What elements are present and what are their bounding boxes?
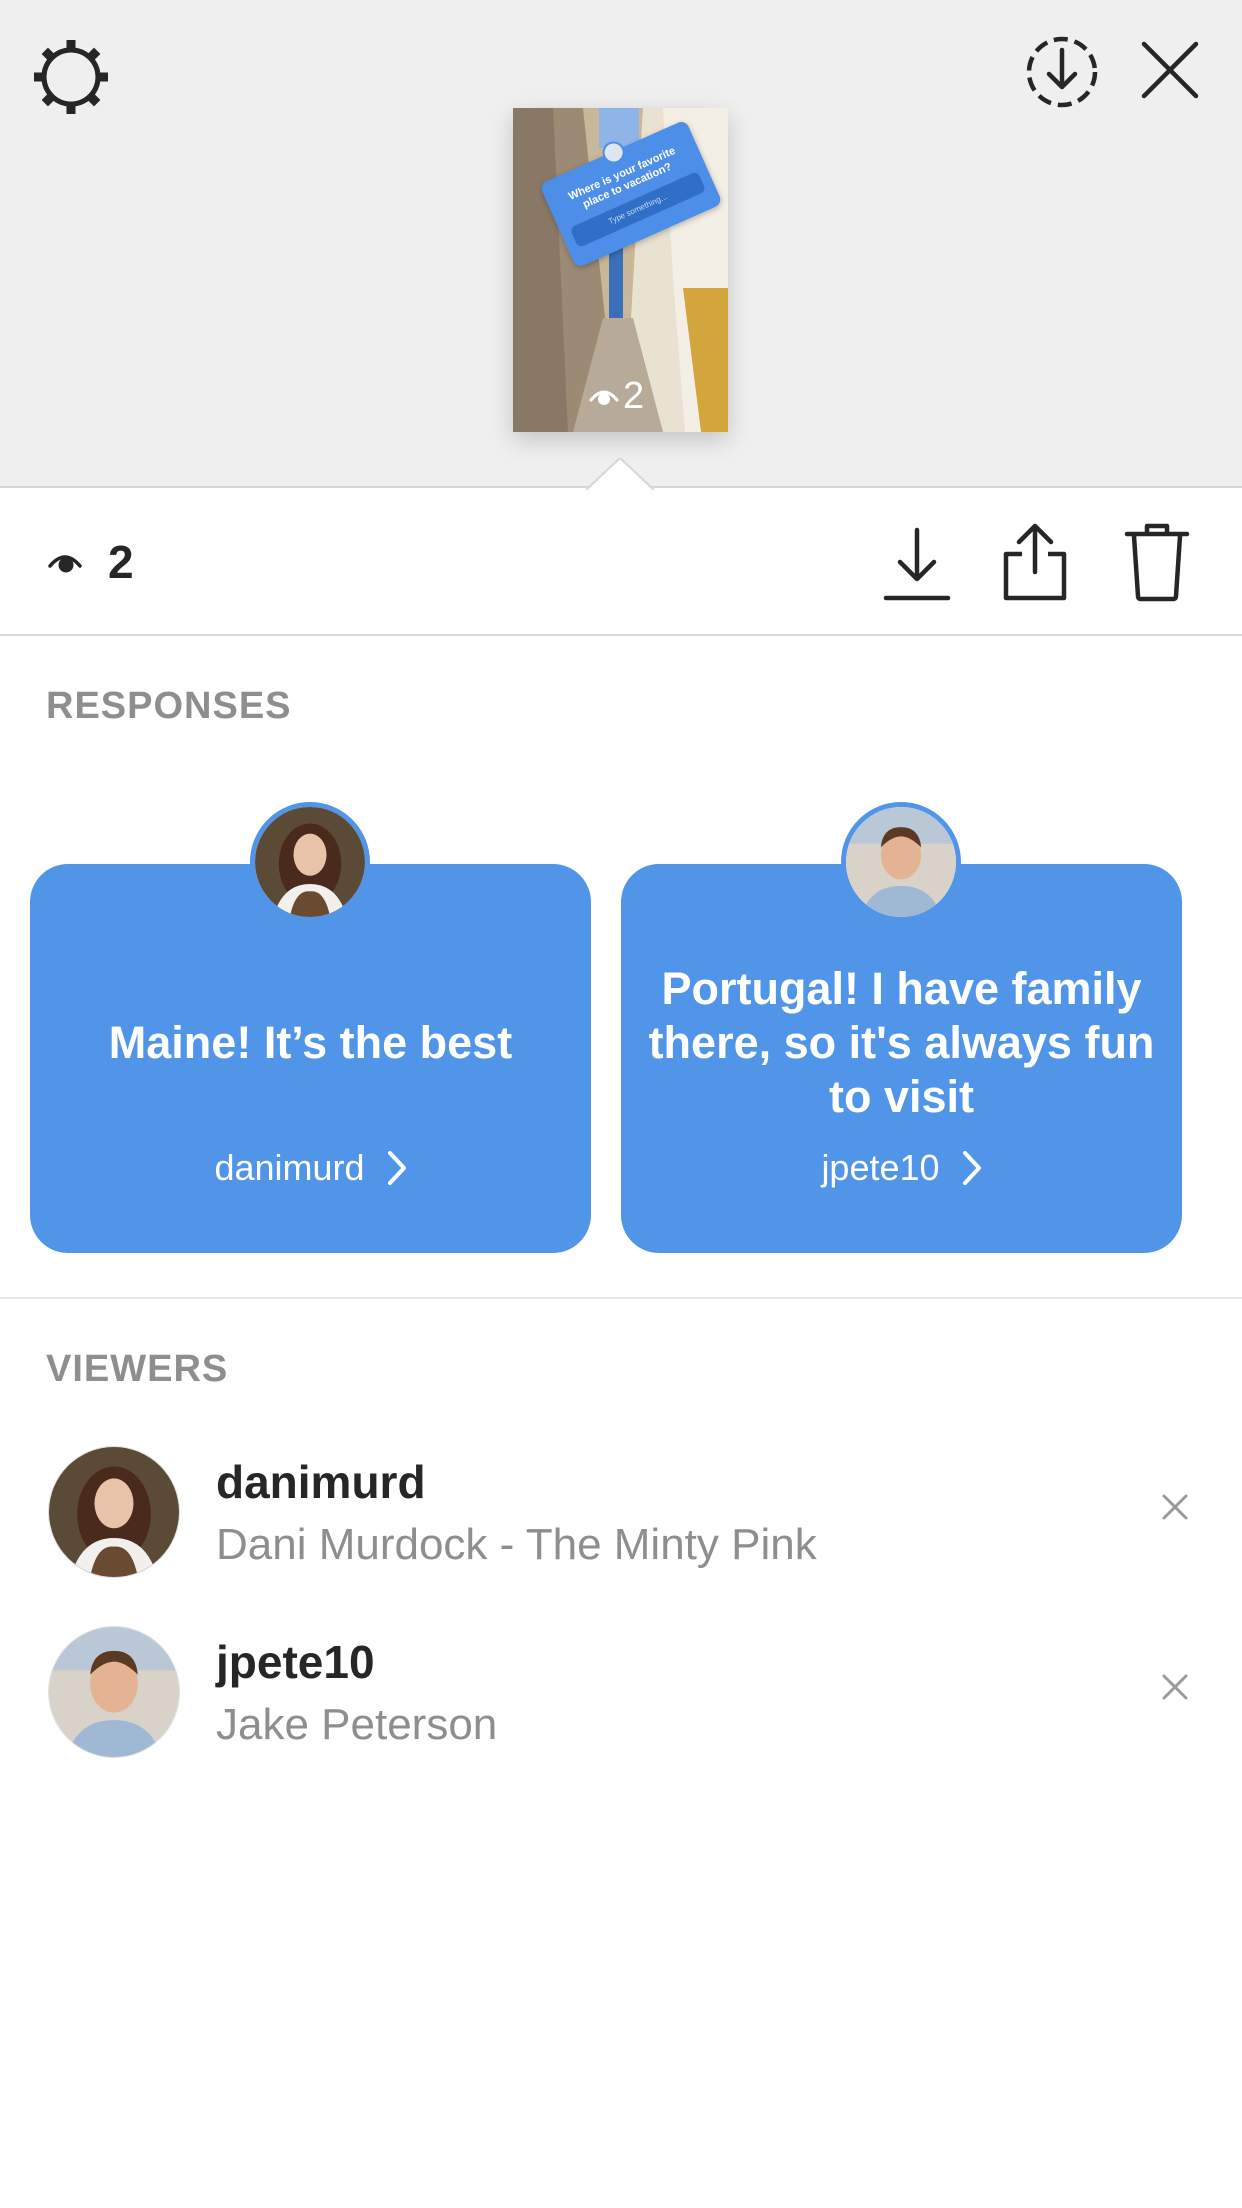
avatar[interactable] [841, 802, 961, 922]
viewer-full-name: Jake Peterson [216, 1700, 498, 1749]
viewer-full-name: Dani Murdock - The Minty Pink [216, 1520, 817, 1569]
download-circle-icon[interactable] [1022, 32, 1102, 112]
story-toolbar: 2 [0, 490, 1242, 636]
close-icon[interactable] [1160, 1492, 1190, 1522]
save-icon[interactable] [882, 526, 952, 602]
story-preview-area: Where is your favorite place to vacation… [0, 0, 1242, 492]
share-icon[interactable] [1000, 522, 1070, 602]
response-username: danimurd [214, 1147, 365, 1188]
response-user-link[interactable]: jpete10 [621, 1148, 1182, 1188]
avatar[interactable] [48, 1626, 180, 1758]
viewer-row[interactable]: danimurd Dani Murdock - The Minty Pink [0, 1444, 1242, 1584]
selection-pointer [586, 458, 654, 492]
story-thumbnail[interactable]: Where is your favorite place to vacation… [513, 108, 728, 432]
trash-icon[interactable] [1124, 522, 1190, 602]
response-card[interactable]: Portugal! I have family there, so it's a… [621, 864, 1182, 1253]
thumbnail-view-count: 2 [589, 376, 644, 416]
response-user-link[interactable]: danimurd [30, 1148, 591, 1188]
viewer-username[interactable]: jpete10 [216, 1636, 375, 1688]
response-card[interactable]: Maine! It’s the best danimurd [30, 864, 591, 1253]
viewer-username[interactable]: danimurd [216, 1456, 426, 1508]
close-icon[interactable] [1138, 38, 1202, 102]
viewers-heading: VIEWERS [46, 1348, 229, 1390]
thumbnail-view-number: 2 [623, 375, 645, 417]
response-text: Portugal! I have family there, so it's a… [648, 963, 1155, 1122]
close-icon[interactable] [1160, 1672, 1190, 1702]
viewer-row[interactable]: jpete10 Jake Peterson [0, 1624, 1242, 1764]
chevron-right-icon [387, 1150, 407, 1186]
chevron-right-icon [962, 1150, 982, 1186]
responses-heading: RESPONSES [46, 685, 292, 727]
gear-icon[interactable] [30, 36, 112, 118]
response-username: jpete10 [821, 1147, 940, 1188]
view-count[interactable]: 2 [108, 538, 134, 586]
avatar[interactable] [48, 1446, 180, 1578]
section-divider [0, 1297, 1242, 1299]
eye-icon [589, 384, 619, 408]
avatar[interactable] [250, 802, 370, 922]
eye-icon [48, 548, 82, 574]
response-text: Maine! It’s the best [108, 1017, 513, 1068]
